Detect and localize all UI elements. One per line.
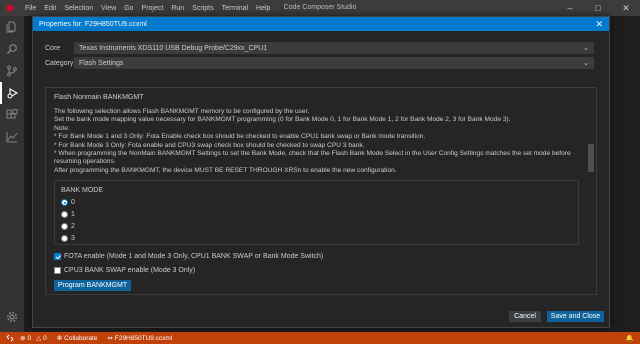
cancel-button[interactable]: Cancel [509,311,541,322]
chevron-down-icon: ⌄ [583,45,589,52]
source-control-icon[interactable] [0,60,24,82]
category-row: Category Flash Settings ⌄ [45,57,594,69]
fota-enable-checkbox[interactable] [54,253,61,260]
description-line: Note: [54,124,70,132]
fota-enable-label: FOTA enable (Mode 1 and Mode 3 Only, CPU… [64,253,324,260]
menu-go[interactable]: Go [120,5,137,12]
description-line: After programming the BANKMGMT, the devi… [54,166,397,174]
activity-bar [0,16,24,332]
explorer-icon[interactable] [0,16,24,38]
error-icon: ⊗ [20,335,26,342]
description-line: * For Bank Mode 3 Only: Fota enable and … [54,141,365,149]
collaborate-status[interactable]: ✼ Collaborate [56,334,98,343]
fota-enable-option[interactable]: FOTA enable (Mode 1 and Mode 3 Only, CPU… [54,253,323,260]
menu-selection[interactable]: Selection [60,5,97,12]
error-count: 0 [27,334,32,342]
file-icon: ↭ [107,335,113,342]
notifications-icon[interactable]: 🔔 [626,332,634,344]
app-logo-icon [5,3,15,13]
core-row: Core Texas Instruments XDS110 USB Debug … [45,42,594,54]
description-line: The following selection allows Flash BAN… [54,108,310,115]
window-controls: – □ ✕ [556,0,640,16]
remote-icon[interactable] [6,334,14,342]
search-icon[interactable] [0,38,24,60]
dialog-title: Properties for: F29H850TU9.ccxml [39,20,147,28]
scrollbar[interactable] [588,144,594,172]
menu-run[interactable]: Run [167,5,188,12]
bank-mode-option-1[interactable]: 1 [61,211,75,218]
close-icon[interactable]: ✕ [595,19,603,30]
collaborate-label: Collaborate [64,334,98,342]
menu-terminal[interactable]: Terminal [218,5,252,12]
radio-button[interactable] [61,235,68,242]
cpu3-swap-label: CPU3 BANK SWAP enable (Mode 3 Only) [64,267,196,274]
radio-button[interactable] [61,199,68,206]
bank-mode-title: BANK MODE [61,187,104,194]
description-line: * When programming the NonMain BANKMGMT … [54,150,571,158]
run-debug-icon[interactable] [0,82,24,104]
radio-label: 1 [71,211,75,218]
radio-label: 0 [71,199,75,206]
description-line: resuming operations. [54,158,116,166]
file-label: F29H850TU9.ccxml [114,334,173,342]
status-bar: ⊗ 0 △ 0 ✼ Collaborate ↭ F29H850TU9.ccxml… [0,332,640,344]
problems-status[interactable]: ⊗ 0 △ 0 [20,334,47,343]
gear-icon[interactable] [0,306,24,328]
menu-edit[interactable]: Edit [40,5,60,12]
bank-mode-option-0[interactable]: 0 [61,199,75,206]
chart-icon[interactable] [0,126,24,148]
bank-mode-option-3[interactable]: 3 [61,235,75,242]
program-bankmgmt-button[interactable]: Program BANKMGMT [54,280,131,291]
cpu3-swap-checkbox[interactable] [54,267,61,274]
file-status[interactable]: ↭ F29H850TU9.ccxml [107,334,173,343]
menu-help[interactable]: Help [252,5,274,12]
save-and-close-button[interactable]: Save and Close [547,311,604,322]
chevron-down-icon: ⌄ [583,60,589,67]
minimize-icon[interactable]: – [556,0,584,16]
bank-mode-group: BANK MODE 0 1 2 3 [54,180,579,245]
menu-scripts[interactable]: Scripts [188,5,217,12]
maximize-icon[interactable]: □ [584,0,612,16]
description-line: * For Bank Mode 1 and 3 Only: Fota Enabl… [54,133,426,141]
extensions-icon[interactable] [0,104,24,126]
menu-file[interactable]: File [21,5,40,12]
description-line: Set the bank mode mapping value necessar… [54,116,511,124]
close-window-icon[interactable]: ✕ [612,0,640,16]
category-label: Category [45,59,74,67]
core-label: Core [45,44,61,52]
category-select-value: Flash Settings [79,59,124,67]
collaborate-icon: ✼ [56,335,63,342]
warning-count: 0 [43,334,47,342]
menu-view[interactable]: View [97,5,120,12]
radio-label: 2 [71,223,75,230]
menu-project[interactable]: Project [138,5,168,12]
radio-button[interactable] [61,211,68,218]
radio-button[interactable] [61,223,68,230]
settings-panel: Flash Nonmain BANKMGMT The following sel… [45,87,597,295]
cpu3-swap-option[interactable]: CPU3 BANK SWAP enable (Mode 3 Only) [54,267,195,274]
panel-title: Flash Nonmain BANKMGMT [54,94,144,101]
menu-bar: File Edit Selection View Go Project Run … [0,0,640,16]
warning-icon: △ [36,335,42,342]
description: The following selection allows Flash BAN… [54,108,584,175]
radio-label: 3 [71,235,75,242]
dialog-header: Properties for: F29H850TU9.ccxml ✕ [33,17,609,31]
bank-mode-option-2[interactable]: 2 [61,223,75,230]
core-select[interactable]: Texas Instruments XDS110 USB Debug Probe… [74,42,594,54]
core-select-value: Texas Instruments XDS110 USB Debug Probe… [79,44,268,52]
properties-dialog: Properties for: F29H850TU9.ccxml ✕ Core … [32,16,610,328]
category-select[interactable]: Flash Settings ⌄ [74,57,594,69]
